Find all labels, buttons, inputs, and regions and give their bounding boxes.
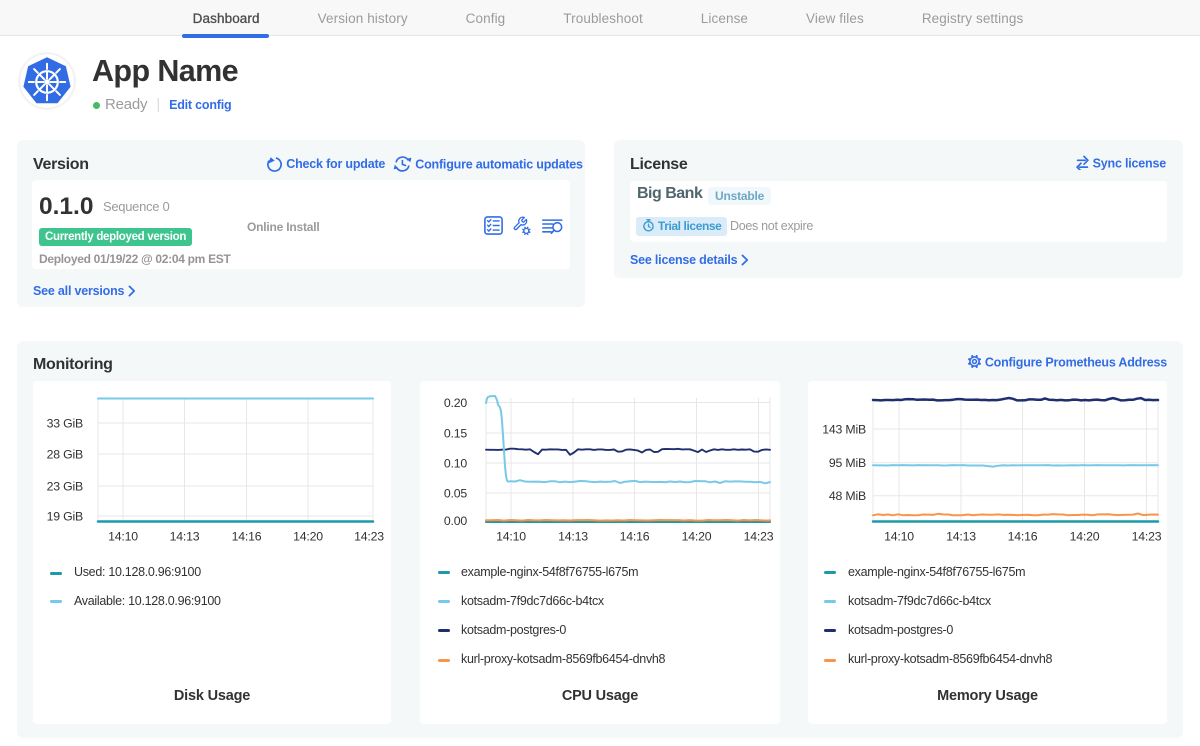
- svg-text:14:23: 14:23: [354, 530, 384, 544]
- svg-text:14:16: 14:16: [620, 530, 650, 544]
- svg-text:143 MiB: 143 MiB: [822, 423, 866, 437]
- svg-text:0.20: 0.20: [444, 396, 467, 410]
- svg-text:14:20: 14:20: [293, 530, 323, 544]
- svg-text:0.10: 0.10: [444, 457, 467, 471]
- svg-text:14:16: 14:16: [232, 530, 262, 544]
- svg-text:28 GiB: 28 GiB: [47, 448, 83, 462]
- svg-text:0.05: 0.05: [444, 487, 467, 501]
- svg-text:23 GiB: 23 GiB: [47, 480, 83, 494]
- svg-text:14:16: 14:16: [1008, 530, 1038, 544]
- svg-text:48 MiB: 48 MiB: [829, 489, 866, 503]
- svg-text:33 GiB: 33 GiB: [47, 417, 83, 431]
- svg-text:14:23: 14:23: [1132, 530, 1162, 544]
- svg-text:0.00: 0.00: [444, 514, 467, 528]
- svg-text:14:23: 14:23: [744, 530, 774, 544]
- svg-text:14:13: 14:13: [946, 530, 976, 544]
- svg-text:14:10: 14:10: [108, 530, 138, 544]
- svg-text:14:20: 14:20: [1070, 530, 1100, 544]
- svg-text:95 MiB: 95 MiB: [829, 456, 866, 470]
- svg-text:14:10: 14:10: [496, 530, 526, 544]
- svg-text:14:13: 14:13: [170, 530, 200, 544]
- svg-text:14:13: 14:13: [558, 530, 588, 544]
- svg-text:19 GiB: 19 GiB: [47, 510, 83, 524]
- svg-text:0.15: 0.15: [444, 427, 467, 441]
- svg-text:14:20: 14:20: [682, 530, 712, 544]
- svg-text:14:10: 14:10: [884, 530, 914, 544]
